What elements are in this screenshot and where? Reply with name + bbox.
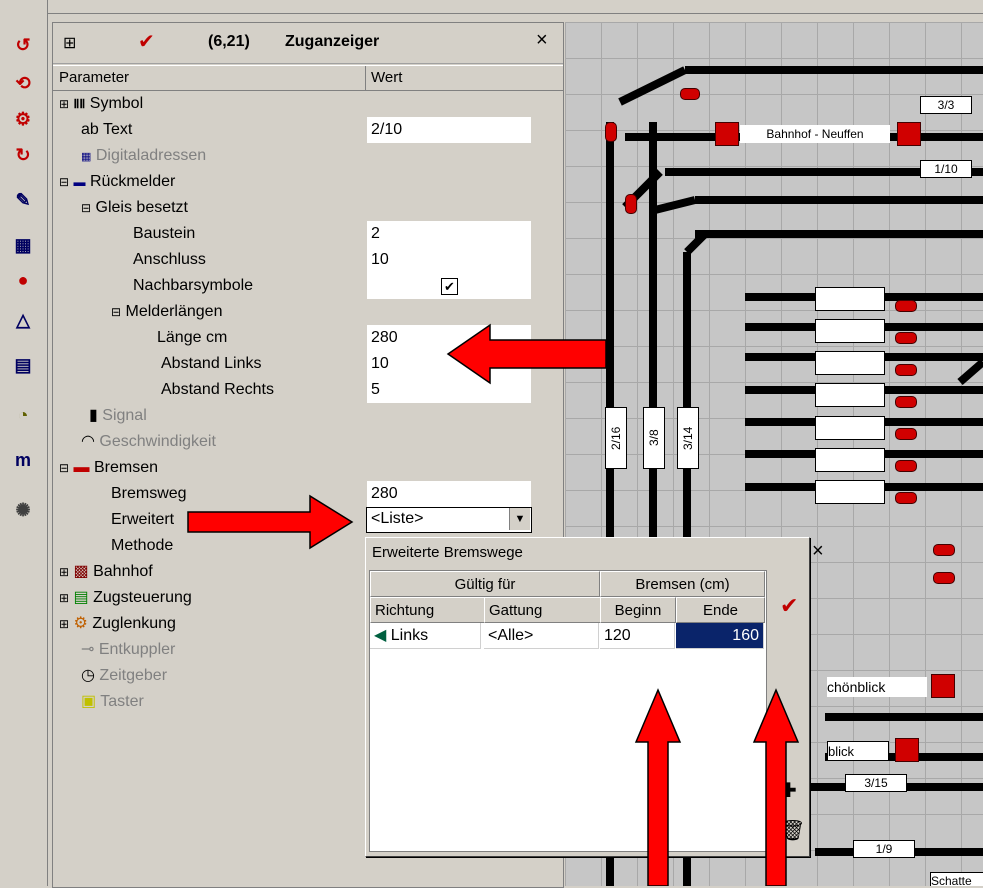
arrow-up-to-beginn <box>634 688 682 886</box>
annotation-arrows <box>187 323 800 886</box>
arrow-left-to-laenge <box>446 323 607 385</box>
arrow-right-to-erweitert <box>187 494 354 550</box>
arrow-up-to-ende <box>752 688 800 886</box>
